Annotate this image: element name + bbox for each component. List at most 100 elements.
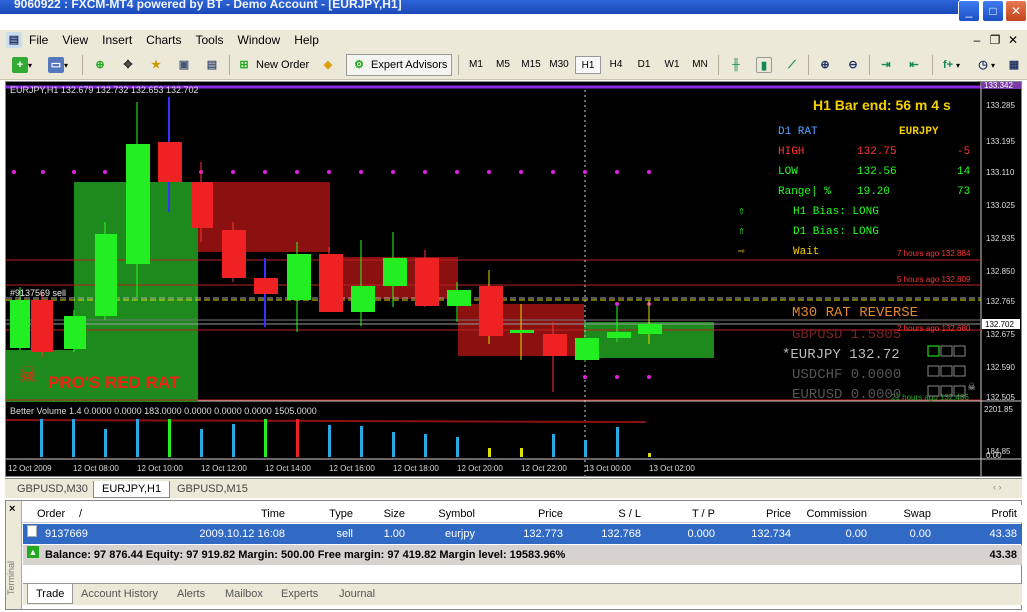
- expert-advisors-button[interactable]: ⚙ Expert Advisors: [346, 54, 453, 76]
- tf-m1[interactable]: M1: [463, 56, 489, 74]
- maximize-button[interactable]: □: [982, 0, 1004, 22]
- time-tick: 12 Oct 18:00: [393, 464, 439, 473]
- child-minimize-icon[interactable]: –: [968, 30, 986, 50]
- terminal-sidebar: × Terminal: [6, 501, 22, 609]
- trade-row[interactable]: 9137669 2009.10.12 16:08 sell 1.00 eurjp…: [23, 524, 1022, 544]
- tf-m30[interactable]: M30: [546, 56, 572, 74]
- menu-tools[interactable]: Tools: [189, 30, 231, 50]
- time-tick: 12 Oct 22:00: [521, 464, 567, 473]
- watch-gbpusd: GBPUSD 1.5805: [792, 327, 901, 343]
- col-order[interactable]: Order: [37, 505, 65, 523]
- menu-window[interactable]: Window: [231, 30, 288, 50]
- trade-table-header: Order / Time Type Size Symbol Price S / …: [23, 505, 1022, 523]
- wait-arrow-icon: ⇨: [738, 246, 745, 258]
- tab-experts[interactable]: Experts: [281, 584, 318, 604]
- menu-bar: ▤ File View Insert Charts Tools Window H…: [0, 30, 1027, 50]
- tab-mailbox[interactable]: Mailbox: [225, 584, 263, 604]
- tab-scroll-icon[interactable]: ‹ ›: [993, 482, 1002, 492]
- minimize-button[interactable]: _: [958, 0, 980, 22]
- watch-eurusd: EURUSD 0.0000: [792, 387, 901, 403]
- col-tp[interactable]: T / P: [647, 505, 715, 523]
- level-label-1: 7 hours ago 132.884: [897, 249, 971, 258]
- indicator-header: Better Volume 1.4 0.0000 0.0000 183.0000…: [10, 406, 317, 416]
- candlestick-icon[interactable]: ▮: [756, 57, 772, 73]
- wait-label: Wait: [793, 246, 819, 258]
- crosshair-move-icon[interactable]: ✥: [120, 57, 136, 73]
- tf-d1[interactable]: D1: [631, 56, 657, 74]
- indicator-tick: 2201.85: [984, 405, 1013, 414]
- tf-m15[interactable]: M15: [518, 56, 544, 74]
- tf-mn[interactable]: MN: [687, 56, 713, 74]
- title-strip: 9060922 : FXCM-MT4 powered by BT - Demo …: [0, 0, 960, 14]
- tab-journal[interactable]: Journal: [339, 584, 375, 604]
- zoom-in-icon[interactable]: ⊕: [817, 57, 833, 73]
- menu-charts[interactable]: Charts: [139, 30, 188, 50]
- close-button[interactable]: ✕: [1005, 0, 1027, 22]
- col-sort[interactable]: /: [79, 505, 82, 523]
- chart-canvas[interactable]: EURJPY,H1 132.679 132.732 132.653 132.70…: [6, 82, 1021, 476]
- autoscroll-icon[interactable]: ⇥: [878, 57, 894, 73]
- menu-insert[interactable]: Insert: [95, 30, 139, 50]
- col-commission[interactable]: Commission: [797, 505, 867, 523]
- market-watch-icon[interactable]: ⊕: [92, 57, 108, 73]
- tf-h1[interactable]: H1: [575, 56, 601, 74]
- high-diff: -5: [957, 146, 970, 158]
- menu-file[interactable]: File: [22, 30, 55, 50]
- top-price: 133.342: [984, 82, 1013, 90]
- col-current-price[interactable]: Price: [721, 505, 791, 523]
- tf-w1[interactable]: W1: [659, 56, 685, 74]
- expert-advisors-icon: ⚙: [354, 59, 364, 71]
- chart-window[interactable]: EURJPY,H1 132.679 132.732 132.653 132.70…: [5, 81, 1022, 477]
- tab-alerts[interactable]: Alerts: [177, 584, 205, 604]
- row-current-price: 132.734: [751, 528, 791, 540]
- terminal-close-icon[interactable]: ×: [9, 503, 15, 515]
- col-profit[interactable]: Profit: [937, 505, 1017, 523]
- m30-rat-title: M30 RAT REVERSE: [792, 305, 918, 321]
- d1-rat-label: D1 RAT: [778, 126, 818, 138]
- new-chart-icon[interactable]: +: [12, 57, 28, 73]
- navigator-icon[interactable]: ▣: [176, 57, 192, 73]
- child-close-icon[interactable]: ✕: [1004, 30, 1022, 50]
- tf-m5[interactable]: M5: [490, 56, 516, 74]
- price-tick: 132.590: [986, 363, 1015, 372]
- new-order-button[interactable]: ⊞ New Order: [236, 54, 309, 76]
- col-size[interactable]: Size: [361, 505, 405, 523]
- col-symbol[interactable]: Symbol: [413, 505, 475, 523]
- row-size: 1.00: [383, 528, 405, 540]
- symbol-label: EURJPY: [899, 126, 939, 138]
- line-chart-icon[interactable]: ⟋: [784, 57, 800, 73]
- chart-shift-icon[interactable]: ⇤: [906, 57, 922, 73]
- tab-account-history[interactable]: Account History: [81, 584, 158, 604]
- col-swap[interactable]: Swap: [873, 505, 931, 523]
- tab-gbpusd-m15[interactable]: GBPUSD,M15: [169, 481, 256, 498]
- col-type[interactable]: Type: [293, 505, 353, 523]
- brand-label: PRO'S RED RAT: [48, 373, 180, 392]
- balance-icon: ▲: [27, 546, 39, 558]
- terminal-icon[interactable]: ▤: [204, 57, 220, 73]
- metaeditor-icon[interactable]: ◈: [320, 57, 336, 73]
- menu-help[interactable]: Help: [287, 30, 326, 50]
- profiles-icon[interactable]: ▭: [48, 57, 64, 73]
- favorites-icon[interactable]: ★: [148, 57, 164, 73]
- tab-trade[interactable]: Trade: [27, 584, 74, 604]
- range-pct: 73: [957, 186, 970, 198]
- col-sl[interactable]: S / L: [569, 505, 641, 523]
- child-restore-icon[interactable]: ❐: [986, 30, 1004, 50]
- bar-chart-icon[interactable]: ╫: [728, 57, 744, 73]
- window-title: 9060922 : FXCM-MT4 powered by BT - Demo …: [14, 0, 402, 11]
- tab-eurjpy-h1[interactable]: EURJPY,H1: [93, 481, 171, 498]
- time-tick: 12 Oct 10:00: [137, 464, 183, 473]
- indicators-icon[interactable]: f+: [940, 57, 956, 73]
- title-bar: 9060922 : FXCM-MT4 powered by BT - Demo …: [0, 0, 1027, 30]
- menu-view[interactable]: View: [55, 30, 95, 50]
- templates-icon[interactable]: ▦: [1006, 57, 1022, 73]
- tab-gbpusd-m30[interactable]: GBPUSD,M30: [9, 481, 96, 498]
- tf-h4[interactable]: H4: [603, 56, 629, 74]
- zoom-out-icon[interactable]: ⊖: [845, 57, 861, 73]
- app-icon[interactable]: ▤: [6, 32, 22, 48]
- col-time[interactable]: Time: [203, 505, 285, 523]
- periods-icon[interactable]: ◷: [975, 57, 991, 73]
- col-price[interactable]: Price: [485, 505, 563, 523]
- row-symbol: eurjpy: [445, 528, 475, 540]
- current-price: 132.702: [985, 320, 1014, 329]
